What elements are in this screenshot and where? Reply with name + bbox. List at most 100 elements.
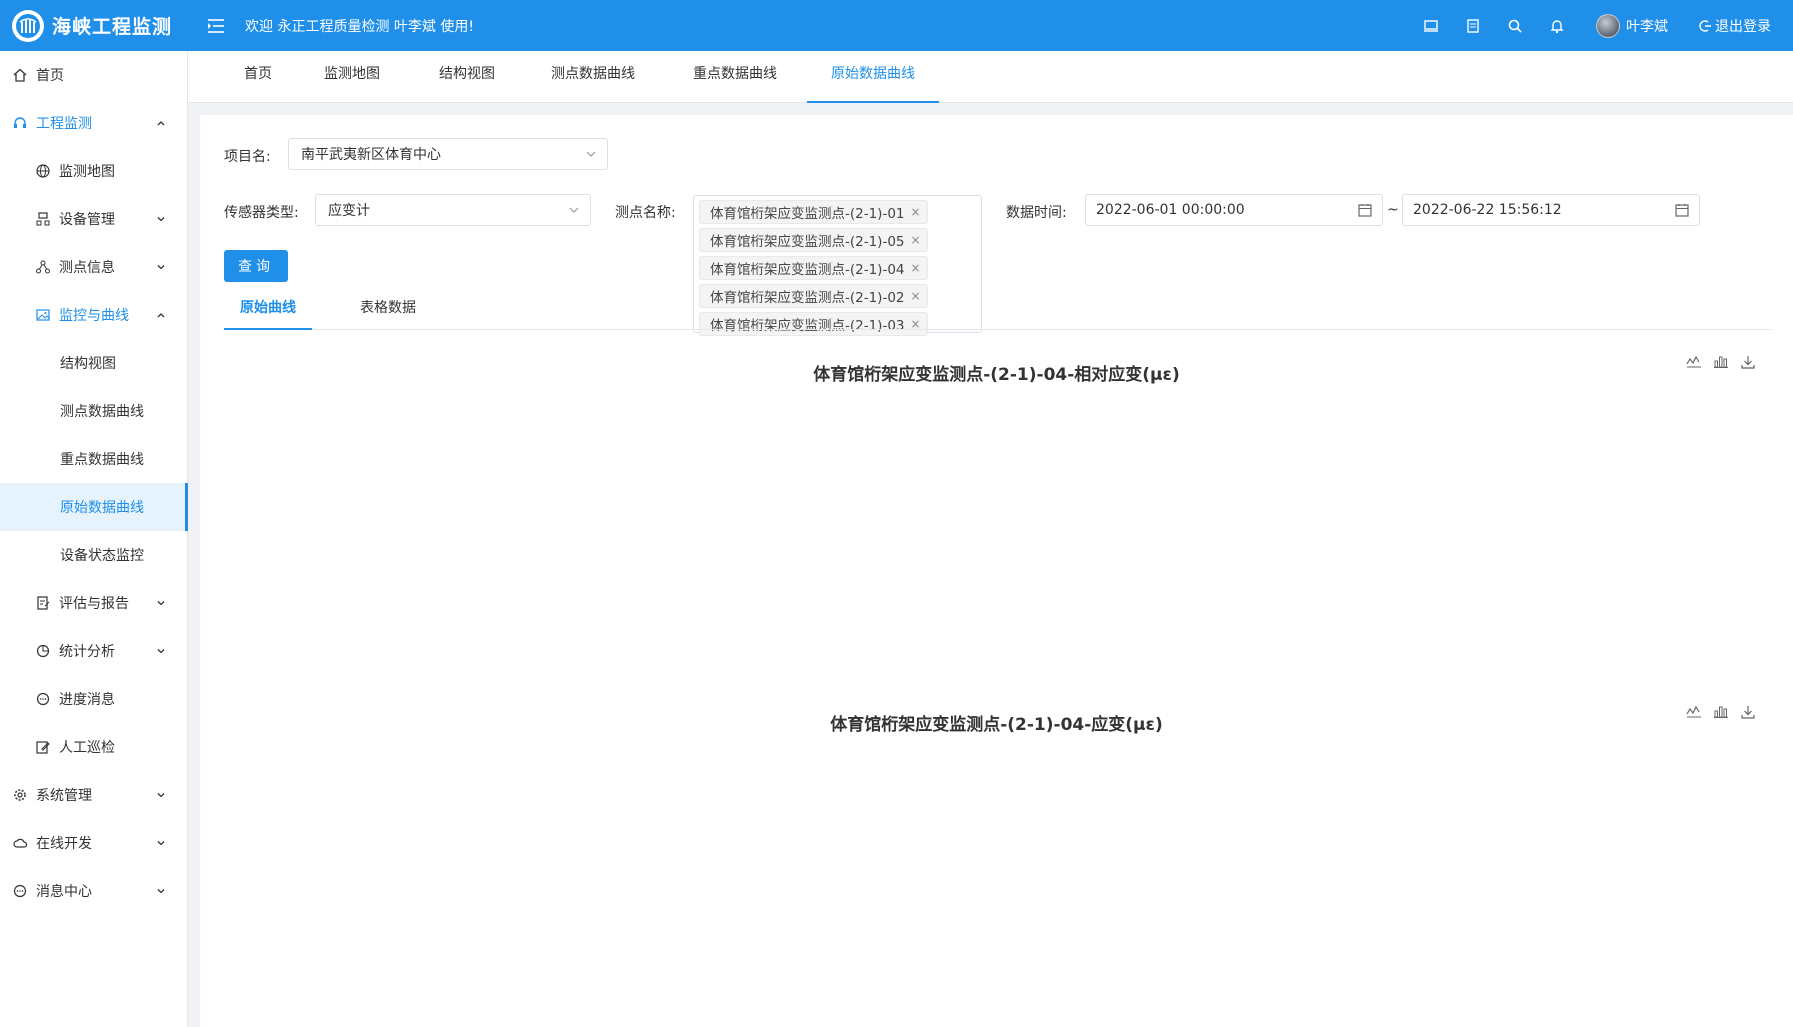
document-icon[interactable]: [1452, 0, 1494, 51]
page-tabs: 首页 监测地图 结构视图 测点数据曲线 重点数据曲线 原始数据曲线: [188, 51, 1793, 103]
sidebar-item-label: 评估与报告: [59, 596, 129, 612]
chart-plot: [200, 360, 1793, 710]
range-separator: ~: [1387, 202, 1399, 218]
screen-icon[interactable]: [1410, 0, 1452, 51]
logo-text: 海峡工程监测: [52, 16, 173, 38]
project-select-value: 南平武夷新区体育中心: [301, 147, 441, 163]
end-time-value: 2022-06-22 15:56:12: [1413, 202, 1562, 218]
curve-tabs: 原始曲线 表格数据: [224, 290, 1771, 330]
user-name: 叶李斌: [1626, 18, 1668, 35]
close-icon[interactable]: ×: [911, 233, 921, 247]
sidebar-item-label: 在线开发: [36, 836, 92, 852]
sidebar-item-device-manage[interactable]: 设备管理: [0, 195, 188, 243]
main-content: 项目名: 南平武夷新区体育中心 传感器类型: 应变计 测点名称: 体育馆桁架应变…: [200, 115, 1793, 1027]
tab-raw-curve[interactable]: 原始数据曲线: [807, 51, 939, 103]
gear-icon: [12, 787, 28, 803]
message-icon: [12, 883, 28, 899]
chevron-down-icon: [154, 596, 168, 610]
cloud-icon: [12, 835, 28, 851]
pie-chart-icon: [35, 643, 51, 659]
calendar-icon: [1675, 204, 1689, 217]
sidebar-item-label: 测点信息: [59, 260, 115, 276]
close-icon[interactable]: ×: [911, 205, 921, 219]
sidebar-item-online-dev[interactable]: 在线开发: [0, 819, 188, 867]
tab-raw-curve-view[interactable]: 原始曲线: [224, 290, 312, 330]
sidebar: 首页 工程监测 监测地图 设备管理 测点信息 监控与曲线 结构视图 测点数据曲线…: [0, 51, 188, 1027]
sidebar-item-device-status[interactable]: 设备状态监控: [0, 531, 188, 579]
close-icon[interactable]: ×: [911, 261, 921, 275]
start-time-input[interactable]: 2022-06-01 00:00:00: [1085, 194, 1383, 226]
user-menu[interactable]: 叶李斌: [1596, 13, 1668, 38]
menu-toggle-icon[interactable]: [205, 15, 227, 37]
project-label: 项目名:: [224, 149, 271, 165]
point-tag-label: 体育馆桁架应变监测点-(2-1)-01: [710, 206, 905, 222]
sidebar-item-point-curve[interactable]: 测点数据曲线: [0, 387, 188, 435]
sidebar-item-progress[interactable]: 进度消息: [0, 675, 188, 723]
sidebar-item-evaluation[interactable]: 评估与报告: [0, 579, 188, 627]
logout-button[interactable]: 退出登录: [1698, 16, 1771, 36]
chevron-down-icon: [586, 151, 596, 157]
tab-point-curve[interactable]: 测点数据曲线: [540, 51, 646, 103]
sidebar-item-label: 系统管理: [36, 788, 92, 804]
sidebar-item-structure-view[interactable]: 结构视图: [0, 339, 188, 387]
start-time-value: 2022-06-01 00:00:00: [1096, 202, 1245, 218]
sidebar-item-system[interactable]: 系统管理: [0, 771, 188, 819]
sidebar-item-label: 设备管理: [59, 212, 115, 228]
sidebar-item-label: 监控与曲线: [59, 308, 129, 324]
point-name-label: 测点名称:: [615, 205, 676, 221]
headset-icon: [12, 115, 28, 131]
search-icon[interactable]: [1494, 0, 1536, 51]
chevron-down-icon: [154, 260, 168, 274]
sensor-type-select[interactable]: 应变计: [315, 194, 591, 226]
logout-label: 退出登录: [1715, 18, 1771, 35]
chevron-down-icon: [154, 884, 168, 898]
sidebar-item-inspection[interactable]: 人工巡检: [0, 723, 188, 771]
sidebar-item-engineering[interactable]: 工程监测: [0, 99, 188, 147]
sidebar-item-label: 工程监测: [36, 116, 92, 132]
tab-key-curve[interactable]: 重点数据曲线: [682, 51, 788, 103]
top-header: 海峡工程监测 欢迎 永正工程质量检测 叶李斌 使用! 叶李斌 退出登录: [0, 0, 1793, 51]
relative-strain-chart: 体育馆桁架应变监测点-(2-1)-04-相对应变(με) 01,0002,000…: [200, 355, 1793, 710]
sidebar-item-point-info[interactable]: 测点信息: [0, 243, 188, 291]
tab-home[interactable]: 首页: [233, 51, 283, 103]
sidebar-item-label: 测点数据曲线: [60, 404, 144, 420]
bell-icon[interactable]: [1536, 0, 1578, 51]
edit-icon: [35, 739, 51, 755]
globe-icon: [35, 163, 51, 179]
chevron-up-icon: [154, 116, 168, 130]
sidebar-item-monitor-curve[interactable]: 监控与曲线: [0, 291, 188, 339]
query-button[interactable]: 查询: [224, 250, 288, 282]
point-tag-label: 体育馆桁架应变监测点-(2-1)-04: [710, 262, 905, 278]
sidebar-item-monitor-map[interactable]: 监测地图: [0, 147, 188, 195]
chat-icon: [35, 691, 51, 707]
chevron-down-icon: [154, 788, 168, 802]
chart-plot: [200, 710, 1793, 1027]
project-select[interactable]: 南平武夷新区体育中心: [288, 138, 608, 170]
point-tag: 体育馆桁架应变监测点-(2-1)-04 ×: [699, 256, 928, 280]
sidebar-item-label: 结构视图: [60, 356, 116, 372]
tab-structure-view[interactable]: 结构视图: [431, 51, 503, 103]
tab-monitor-map[interactable]: 监测地图: [316, 51, 388, 103]
data-time-label: 数据时间:: [1006, 205, 1067, 221]
logo[interactable]: 海峡工程监测: [0, 0, 188, 51]
sidebar-item-messages[interactable]: 消息中心: [0, 867, 188, 915]
strain-chart: 体育馆桁架应变监测点-(2-1)-04-应变(με) 010,00020,000…: [200, 705, 1793, 1027]
avatar: [1596, 13, 1620, 38]
sidebar-item-home[interactable]: 首页: [0, 51, 188, 99]
logo-icon: [12, 9, 44, 42]
report-icon: [35, 595, 51, 611]
logout-icon: [1699, 19, 1711, 32]
sidebar-item-key-curve[interactable]: 重点数据曲线: [0, 435, 188, 483]
tab-table-data[interactable]: 表格数据: [344, 290, 432, 330]
sidebar-item-label: 人工巡检: [59, 740, 115, 756]
sidebar-item-label: 统计分析: [59, 644, 115, 660]
end-time-input[interactable]: 2022-06-22 15:56:12: [1402, 194, 1700, 226]
point-tag: 体育馆桁架应变监测点-(2-1)-01 ×: [699, 200, 928, 224]
point-tag: 体育馆桁架应变监测点-(2-1)-05 ×: [699, 228, 928, 252]
sidebar-item-statistics[interactable]: 统计分析: [0, 627, 188, 675]
chevron-down-icon: [154, 212, 168, 226]
sidebar-item-label: 原始数据曲线: [60, 500, 144, 516]
sidebar-item-raw-curve[interactable]: 原始数据曲线: [0, 483, 188, 531]
welcome-text: 欢迎 永正工程质量检测 叶李斌 使用!: [245, 18, 474, 35]
sidebar-item-label: 首页: [36, 68, 64, 84]
